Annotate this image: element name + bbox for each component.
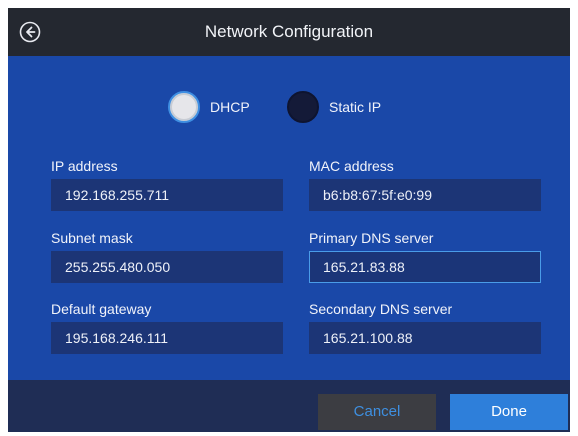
radio-unselected-indicator: [287, 91, 319, 123]
page-title: Network Configuration: [204, 22, 374, 41]
primary-dns-label: Primary DNS server: [309, 230, 434, 246]
secondary-dns-label: Secondary DNS server: [309, 301, 453, 317]
mac-address-field: b6:b8:67:5f:e0:99: [309, 179, 541, 211]
subnet-mask-label: Subnet mask: [51, 230, 133, 246]
done-button[interactable]: Done: [450, 394, 568, 430]
mac-address-label: MAC address: [309, 158, 394, 174]
network-config-panel: Network Configuration DHCP Static IP IP …: [8, 8, 570, 432]
default-gateway-label: Default gateway: [51, 301, 152, 317]
default-gateway-field[interactable]: 195.168.246.111: [51, 322, 283, 354]
radio-selected-indicator: [168, 91, 200, 123]
dhcp-radio-label: DHCP: [210, 99, 250, 115]
ip-address-label: IP address: [51, 158, 118, 174]
static-ip-radio[interactable]: Static IP: [287, 91, 397, 123]
secondary-dns-field[interactable]: 165.21.100.88: [309, 322, 541, 354]
cancel-button[interactable]: Cancel: [318, 394, 436, 430]
ip-address-field[interactable]: 192.168.255.711: [51, 179, 283, 211]
subnet-mask-field[interactable]: 255.255.480.050: [51, 251, 283, 283]
dhcp-radio[interactable]: DHCP: [168, 91, 258, 123]
primary-dns-field[interactable]: 165.21.83.88: [309, 251, 541, 283]
static-ip-radio-label: Static IP: [329, 99, 382, 115]
header-bar: Network Configuration: [8, 8, 570, 56]
